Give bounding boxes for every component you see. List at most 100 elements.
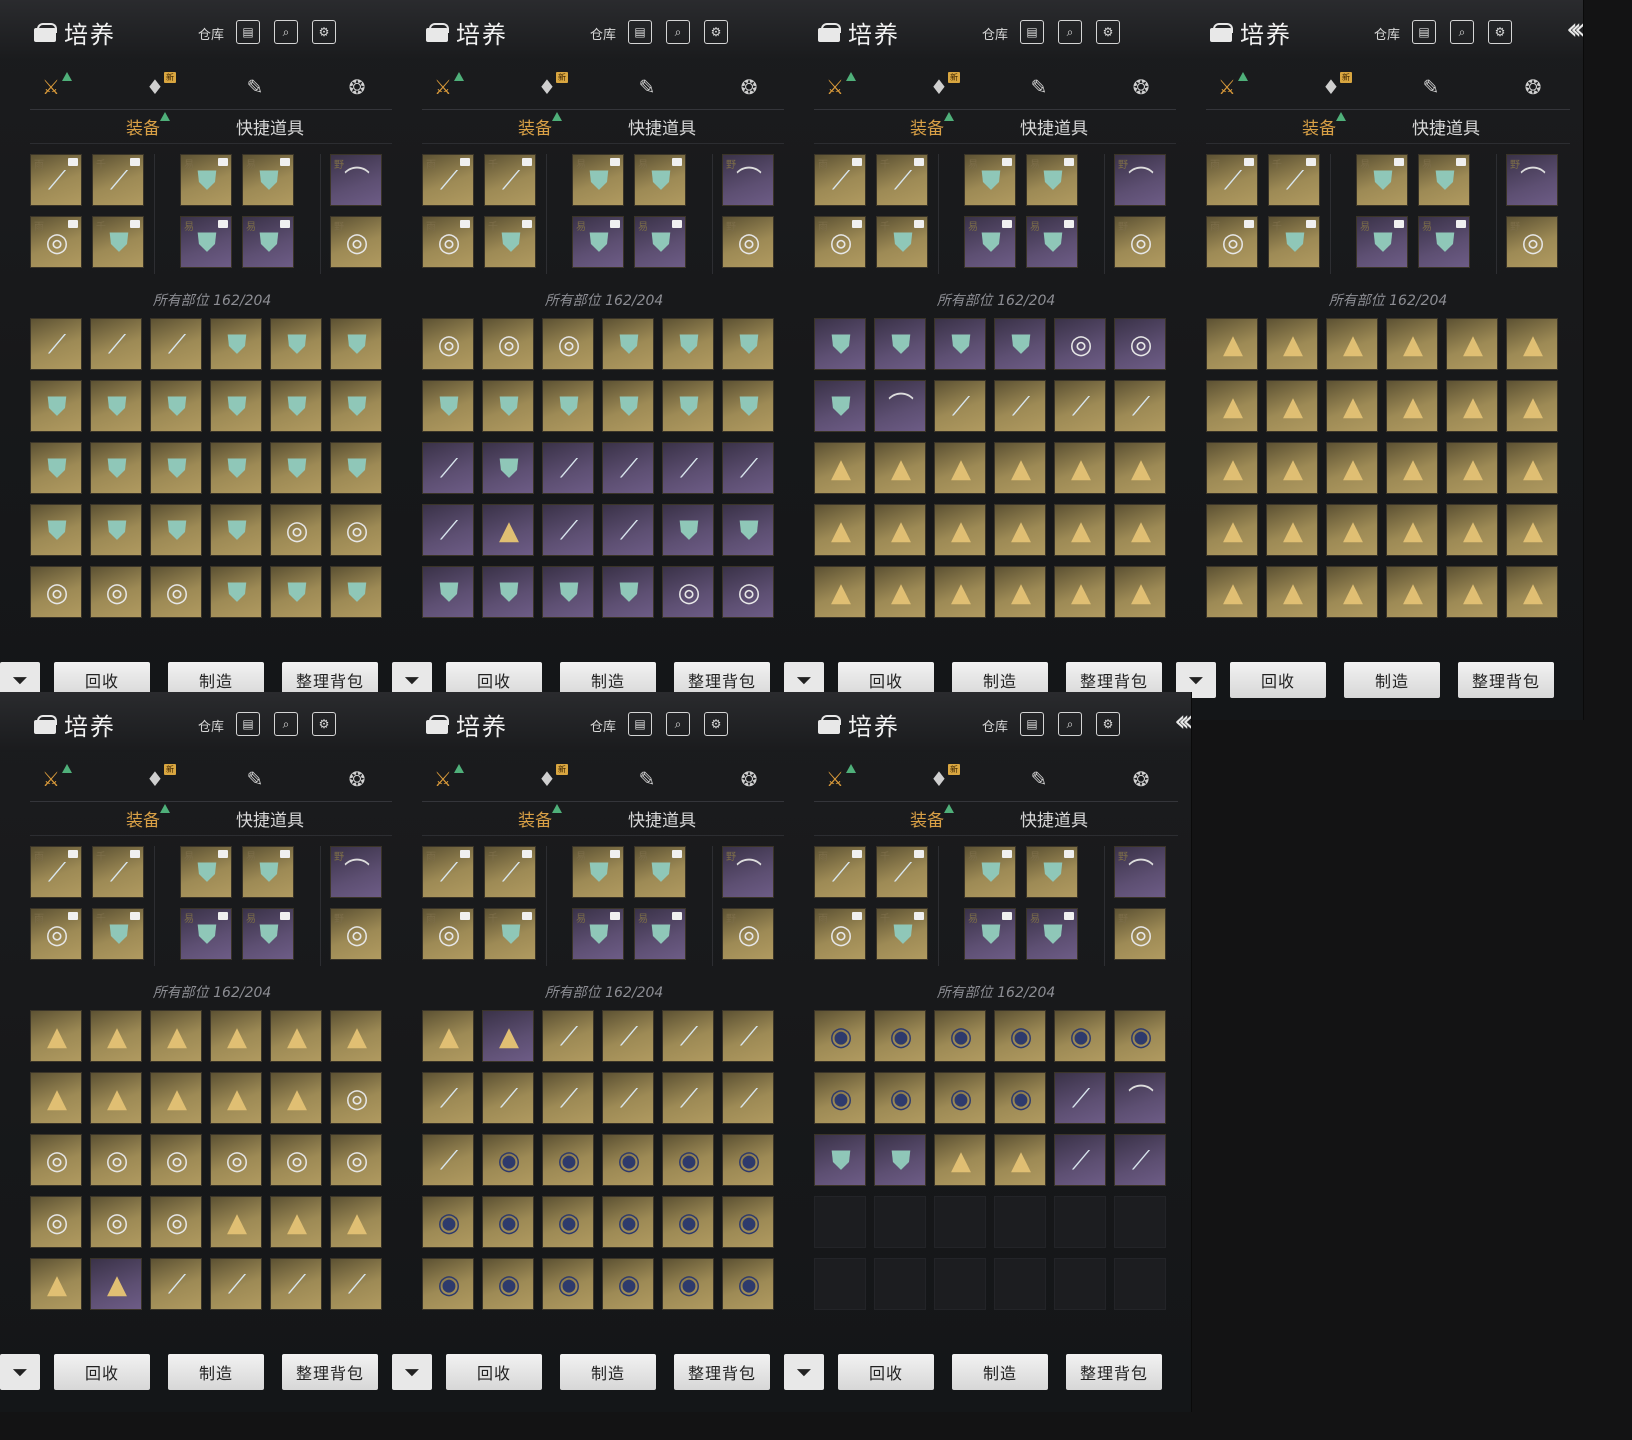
equipped-slot[interactable]: 千 ⛊ — [92, 216, 144, 268]
tab-equipment[interactable]: 装备 — [910, 804, 954, 831]
consumable-category-icon[interactable]: ♦ 新 — [532, 72, 568, 102]
inventory-slot[interactable]: ⛊ — [814, 1134, 866, 1186]
inventory-slot[interactable]: ◎ — [150, 566, 202, 618]
inventory-slot[interactable]: ◉ — [422, 1258, 474, 1310]
inventory-slot[interactable]: ⛊ — [210, 442, 262, 494]
equipment-category-icon[interactable]: ⚔ — [428, 764, 464, 794]
inventory-slot[interactable]: ⛊ — [270, 318, 322, 370]
inventory-slot[interactable]: ◎ — [90, 1196, 142, 1248]
storage-icon[interactable]: ▤ — [1020, 712, 1044, 736]
inventory-slot[interactable]: ▲ — [814, 442, 866, 494]
tab-quick-items[interactable]: 快捷道具 — [1412, 114, 1480, 139]
inventory-slot[interactable]: ⟋ — [1114, 380, 1166, 432]
inventory-slot[interactable]: ▲ — [422, 1010, 474, 1062]
equipment-category-icon[interactable]: ⚔ — [428, 72, 464, 102]
inventory-slot[interactable]: ◉ — [602, 1134, 654, 1186]
consumable-category-icon[interactable]: ♦ 新 — [140, 764, 176, 794]
inventory-slot[interactable]: ▲ — [1506, 566, 1558, 618]
inventory-slot[interactable]: ▲ — [1266, 318, 1318, 370]
inventory-slot[interactable]: ▲ — [30, 1258, 82, 1310]
tab-quick-items[interactable]: 快捷道具 — [1020, 114, 1088, 139]
tab-equipment[interactable]: 装备 — [126, 804, 170, 831]
inventory-slot[interactable]: ▲ — [1114, 442, 1166, 494]
inventory-slot[interactable]: ▲ — [1506, 380, 1558, 432]
inventory-slot[interactable]: ▲ — [1326, 504, 1378, 556]
inventory-slot[interactable]: ▲ — [814, 504, 866, 556]
inventory-slot[interactable]: ▲ — [210, 1196, 262, 1248]
inventory-slot[interactable]: ◎ — [30, 1134, 82, 1186]
equipped-slot[interactable]: 千 ⛊ — [92, 908, 144, 960]
inventory-slot[interactable]: ▲ — [874, 566, 926, 618]
inventory-slot[interactable]: ▲ — [1386, 442, 1438, 494]
equipped-slot[interactable]: 野 ⌒ — [1506, 154, 1558, 206]
inventory-slot[interactable] — [874, 1258, 926, 1310]
inventory-slot[interactable]: ⛊ — [602, 380, 654, 432]
inventory-slot[interactable]: ◉ — [662, 1196, 714, 1248]
inventory-slot[interactable]: ▲ — [90, 1258, 142, 1310]
equipped-slot[interactable]: 千 ⛊ — [484, 216, 536, 268]
inventory-slot[interactable]: ▲ — [1266, 380, 1318, 432]
equipped-slot[interactable]: 易 ⛊ — [572, 154, 624, 206]
inventory-slot[interactable]: ⟋ — [422, 504, 474, 556]
consumable-category-icon[interactable]: ♦ 新 — [532, 764, 568, 794]
settings-gear-icon[interactable]: ⚙ — [704, 712, 728, 736]
inventory-slot[interactable]: ⟋ — [602, 442, 654, 494]
inventory-slot[interactable]: ⛊ — [330, 318, 382, 370]
inventory-slot[interactable]: ◎ — [30, 1196, 82, 1248]
equipped-slot[interactable]: 易 ⛊ — [572, 216, 624, 268]
recycle-button[interactable]: 回收 — [838, 1354, 934, 1390]
inventory-slot[interactable]: ⛊ — [482, 566, 534, 618]
equipped-slot[interactable]: 易 ⛊ — [1418, 154, 1470, 206]
recycle-button[interactable]: 回收 — [54, 1354, 150, 1390]
inventory-slot[interactable]: ▲ — [30, 1072, 82, 1124]
equipped-slot[interactable]: 雨 ◎ — [814, 908, 866, 960]
craft-button[interactable]: 制造 — [560, 1354, 656, 1390]
settings-gear-icon[interactable]: ⚙ — [1096, 20, 1120, 44]
equipped-slot[interactable]: 易 ⛊ — [1026, 154, 1078, 206]
tab-quick-items[interactable]: 快捷道具 — [236, 806, 304, 831]
inventory-slot[interactable]: ◉ — [422, 1196, 474, 1248]
equipped-slot[interactable]: 易 ⛊ — [242, 154, 294, 206]
inventory-slot[interactable]: ⛊ — [814, 318, 866, 370]
inventory-slot[interactable] — [1114, 1196, 1166, 1248]
inventory-slot[interactable]: ⌒ — [1114, 1072, 1166, 1124]
inventory-slot[interactable]: ▲ — [150, 1010, 202, 1062]
inventory-slot[interactable]: ⟋ — [482, 1072, 534, 1124]
inventory-slot[interactable]: ⟋ — [1054, 380, 1106, 432]
organize-button[interactable]: 整理背包 — [282, 1354, 378, 1390]
equipped-slot[interactable]: 雨 ◎ — [30, 216, 82, 268]
inventory-slot[interactable]: ◉ — [994, 1072, 1046, 1124]
inventory-slot[interactable]: ◉ — [934, 1010, 986, 1062]
equipped-slot[interactable]: 雨 ◎ — [422, 908, 474, 960]
inventory-slot[interactable]: ◎ — [150, 1134, 202, 1186]
inventory-slot[interactable]: ▲ — [1054, 566, 1106, 618]
inventory-slot[interactable]: ◉ — [874, 1072, 926, 1124]
inventory-slot[interactable]: ◎ — [210, 1134, 262, 1186]
equipped-slot[interactable]: 野 ◎ — [330, 908, 382, 960]
inventory-slot[interactable]: ⟋ — [1054, 1134, 1106, 1186]
inventory-slot[interactable]: ⛊ — [662, 504, 714, 556]
equipped-slot[interactable]: 野 ⌒ — [722, 846, 774, 898]
inventory-slot[interactable]: ▲ — [1054, 442, 1106, 494]
inventory-slot[interactable]: ⛊ — [30, 442, 82, 494]
back-arrow-icon[interactable]: ‹‹‹ — [1566, 12, 1583, 47]
inventory-slot[interactable]: ⟋ — [934, 380, 986, 432]
inventory-slot[interactable]: ⟋ — [602, 1010, 654, 1062]
inventory-slot[interactable] — [1114, 1258, 1166, 1310]
storage-icon[interactable]: ▤ — [1020, 20, 1044, 44]
inventory-slot[interactable] — [814, 1196, 866, 1248]
inventory-slot[interactable]: ▲ — [1206, 504, 1258, 556]
inventory-slot[interactable]: ▲ — [1326, 442, 1378, 494]
equipped-slot[interactable]: 千 ⟋ — [1268, 154, 1320, 206]
inventory-slot[interactable]: ⟋ — [422, 442, 474, 494]
equipped-slot[interactable]: 千 ⛊ — [484, 908, 536, 960]
equipped-slot[interactable]: 易 ⛊ — [1356, 216, 1408, 268]
scroll-category-icon[interactable]: ✎ — [1024, 764, 1054, 794]
inventory-slot[interactable]: ◉ — [482, 1196, 534, 1248]
inventory-slot[interactable]: ▲ — [1206, 380, 1258, 432]
equipped-slot[interactable]: 野 ◎ — [722, 908, 774, 960]
inventory-slot[interactable]: ⛊ — [662, 318, 714, 370]
equipped-slot[interactable]: 野 ◎ — [722, 216, 774, 268]
craft-button[interactable]: 制造 — [1344, 662, 1440, 698]
tab-equipment[interactable]: 装备 — [1302, 112, 1346, 139]
